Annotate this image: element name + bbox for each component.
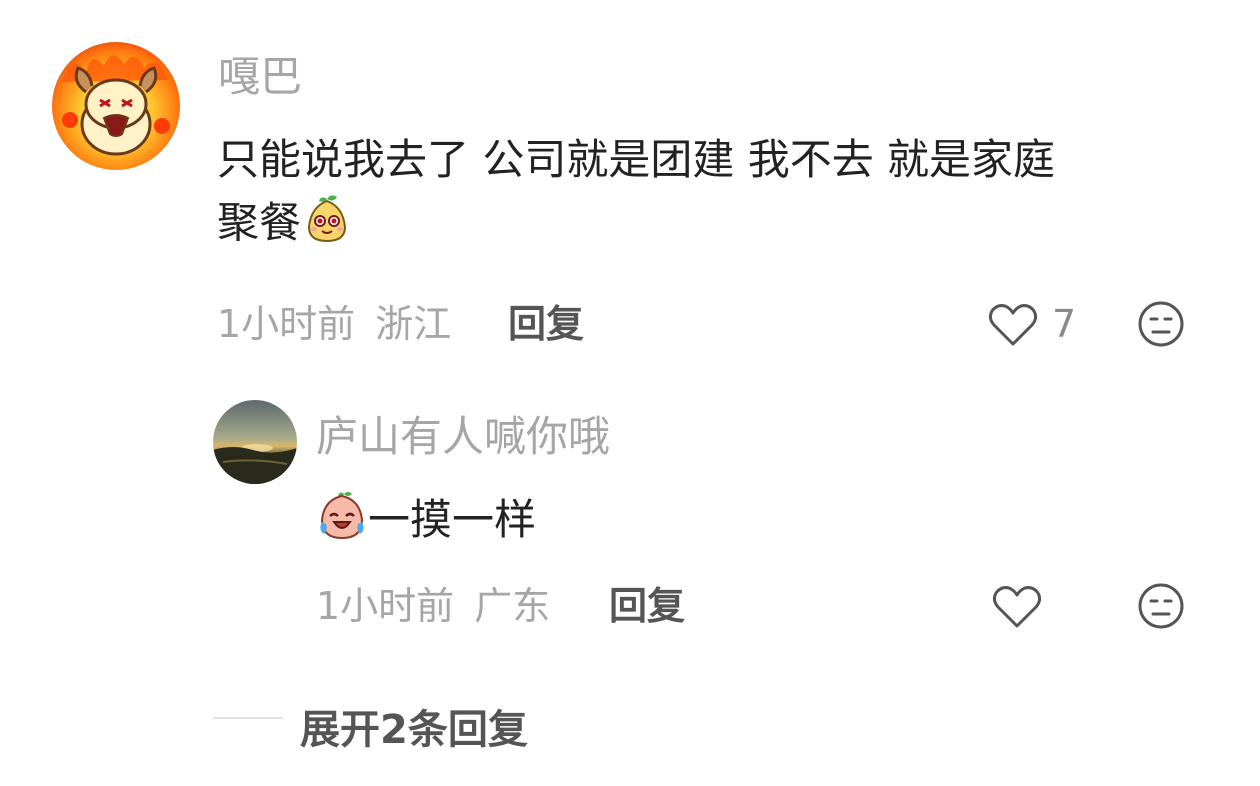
sunset-landscape-avatar-icon — [213, 400, 297, 484]
reply-text: 一摸一样 — [368, 495, 537, 544]
expand-divider — [213, 717, 283, 719]
comment-username[interactable]: 嘎巴 — [218, 56, 302, 98]
comment-thread: 嘎巴 只能说我去了 公司就是团建 我不去 就是家庭 聚餐 1小时前 浙江 回复 … — [0, 0, 1260, 786]
reply-location: 广东 — [474, 584, 551, 628]
reply-like-button[interactable] — [992, 584, 1042, 634]
heart-outline-icon — [988, 304, 1038, 346]
avatar[interactable] — [52, 42, 180, 170]
comment-text-line1: 只能说我去了 公司就是团建 我不去 就是家庭 — [217, 135, 1056, 184]
expand-replies-button[interactable]: 展开2条回复 — [300, 697, 528, 755]
heart-outline-icon — [992, 586, 1042, 628]
like-button[interactable] — [988, 302, 1038, 352]
fire-character-avatar-icon — [52, 42, 180, 170]
smiling-pear-emoji-icon — [308, 195, 347, 243]
reply-avatar[interactable] — [213, 400, 297, 484]
comment-meta: 1小时前 浙江 — [217, 305, 451, 343]
like-count: 7 — [1052, 302, 1077, 346]
meh-face-icon — [1138, 583, 1184, 629]
reply-reply-button[interactable]: 回复 — [609, 587, 685, 625]
comment-text-line2-wrapper: 聚餐 — [217, 191, 1197, 254]
reply-meta: 1小时前 广东 — [316, 587, 550, 625]
reply-time: 1小时前 — [316, 584, 455, 628]
dislike-button[interactable] — [1137, 300, 1185, 352]
comment-text-line2: 聚餐 — [217, 198, 302, 247]
laughing-tears-peach-emoji-icon — [320, 492, 364, 540]
reply-username[interactable]: 庐山有人喊你哦 — [316, 416, 610, 458]
comment-location: 浙江 — [375, 302, 452, 346]
comment-text: 只能说我去了 公司就是团建 我不去 就是家庭 聚餐 — [217, 128, 1197, 254]
reply-dislike-button[interactable] — [1137, 582, 1185, 634]
meh-face-icon — [1138, 301, 1184, 347]
reply-text-wrapper: 一摸一样 — [316, 488, 536, 551]
comment-time: 1小时前 — [217, 302, 356, 346]
reply-button[interactable]: 回复 — [508, 305, 584, 343]
